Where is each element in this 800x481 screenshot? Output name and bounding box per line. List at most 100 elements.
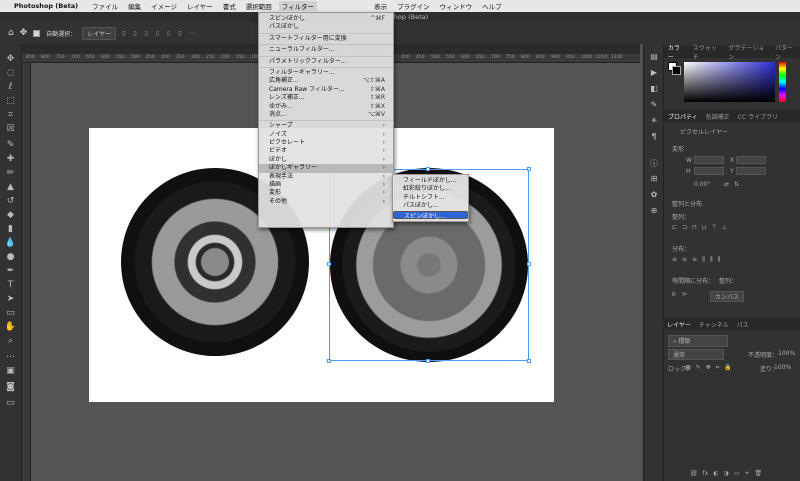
history-brush-icon[interactable]: ↺ <box>4 196 17 207</box>
tab-channels[interactable]: チャンネル <box>695 320 733 329</box>
distribute-icons[interactable]: ≡ ≡ ≡ ⫼ ⫼ ⫼ <box>672 256 720 264</box>
menu-edit[interactable]: 編集 <box>128 1 141 11</box>
info-icon[interactable]: ⓘ <box>648 158 660 170</box>
menu-select[interactable]: 選択範囲 <box>246 1 272 11</box>
blur-gallery-item[interactable]: チルトシフト... <box>393 194 468 202</box>
layers-footer-icons[interactable]: ⛓ fx ◐ ◑ ▭ + 🗑 <box>690 470 762 477</box>
filter-menu-item[interactable]: スマートフィルター用に変換 <box>259 35 393 43</box>
transform-handle[interactable] <box>426 359 430 363</box>
align-icons[interactable]: ⊏ ⊐ ⊓ ⊔ ⊤ ⊥ <box>672 224 727 231</box>
transform-handle[interactable] <box>327 359 331 363</box>
menu-image[interactable]: イメージ <box>151 1 177 11</box>
width-field[interactable] <box>694 156 724 164</box>
tab-gradients[interactable]: グラデーション <box>724 43 771 61</box>
pen-icon[interactable]: ✒ <box>4 266 17 277</box>
zoom-icon[interactable]: ⌕ <box>4 336 17 347</box>
transform-handle[interactable] <box>426 167 430 171</box>
dodge-icon[interactable]: ● <box>4 252 17 263</box>
lock-icons[interactable]: ▦ ✎ ✥ ⌗ 🔒 <box>685 364 732 372</box>
layer-kind-filter[interactable]: ⌕ 種類 <box>668 335 728 347</box>
tab-layers[interactable]: レイヤー <box>663 320 695 329</box>
tab-patterns[interactable]: パターン <box>771 43 800 61</box>
filter-menu-item[interactable]: パスぼかし <box>259 23 393 31</box>
hue-slider[interactable] <box>779 62 786 102</box>
brush-icon[interactable]: ✏ <box>4 168 17 179</box>
frame-icon[interactable]: ☒ <box>4 124 17 135</box>
marquee-icon[interactable]: ◌ <box>4 68 17 79</box>
transform-handle[interactable] <box>527 359 531 363</box>
swatch-fg-bg-icon[interactable]: ▣ <box>4 366 17 377</box>
opacity-value[interactable]: 100% <box>778 350 795 357</box>
height-field[interactable] <box>694 167 724 175</box>
filter-menu-item[interactable]: レンズ補正... ⇧⌘R <box>259 94 393 102</box>
transform-handle[interactable] <box>327 262 331 266</box>
align-to-dropdown[interactable]: カンバス <box>710 291 745 302</box>
y-field[interactable] <box>736 167 766 175</box>
brush-settings-icon[interactable]: ✎ <box>648 100 660 112</box>
menu-view[interactable]: 表示 <box>374 1 387 11</box>
transform-section-label[interactable]: 変形 <box>672 144 684 153</box>
tab-adjustments[interactable]: 色調補正 <box>702 112 734 121</box>
move-tool-icon[interactable]: ✥ <box>4 54 17 65</box>
fg-bg-color-swatch[interactable] <box>668 62 682 76</box>
healing-icon[interactable]: ✚ <box>4 154 17 165</box>
eyedropper-icon[interactable]: ✎ <box>4 140 17 151</box>
color-picker-field[interactable] <box>684 62 775 102</box>
text-icon[interactable]: T <box>4 280 17 291</box>
filter-menu-item[interactable]: ノイズ › <box>259 131 393 139</box>
blur-gallery-item[interactable]: スピンぼかし... <box>393 210 468 220</box>
menu-type[interactable]: 書式 <box>223 1 236 11</box>
menu-file[interactable]: ファイル <box>92 1 118 11</box>
home-icon[interactable]: ⌂ <box>8 28 14 38</box>
paths-icon[interactable]: ✿ <box>648 190 660 202</box>
transform-handle[interactable] <box>527 262 531 266</box>
spacing-icons[interactable]: ⊪ ⊫ <box>672 291 687 298</box>
filter-menu-item[interactable]: スピンぼかし ^⌘F <box>259 15 393 23</box>
eraser-icon[interactable]: ◆ <box>4 210 17 221</box>
angle-value[interactable]: 0.00° <box>694 181 710 188</box>
x-field[interactable] <box>736 156 766 164</box>
flip-icons[interactable]: ⇄ ⇅ <box>724 181 739 188</box>
hand-icon[interactable]: ✋ <box>4 322 17 333</box>
screen-mode-icon[interactable]: ▭ <box>4 398 17 409</box>
menu-filter[interactable]: フィルター <box>278 1 318 11</box>
cc-icon[interactable]: ⊕ <box>648 206 660 218</box>
filter-menu-item[interactable]: 消点... ⌥⌘V <box>259 111 393 119</box>
auto-select-dropdown[interactable]: レイヤー <box>82 26 117 40</box>
tab-paths[interactable]: パス <box>733 320 753 329</box>
transform-handle[interactable] <box>527 167 531 171</box>
filter-menu-item[interactable]: 表現手法 › <box>259 173 393 181</box>
filter-menu-item[interactable]: 変形 › <box>259 189 393 197</box>
tab-color[interactable]: カラー <box>664 43 689 61</box>
blur-gallery-item[interactable]: 虹彩絞りぼかし... <box>393 185 468 193</box>
filter-menu-item[interactable]: シャープ › <box>259 122 393 130</box>
tab-properties[interactable]: プロパティ <box>664 112 702 121</box>
fill-value[interactable]: 100% <box>774 364 791 371</box>
history-icon[interactable]: ▤ <box>648 52 660 64</box>
menu-help[interactable]: ヘルプ <box>482 1 502 11</box>
app-menu[interactable]: Photoshop (Beta) <box>14 2 78 10</box>
menu-window[interactable]: ウィンドウ <box>440 1 473 11</box>
object-select-icon[interactable]: ⬚ <box>4 96 17 107</box>
filter-menu-item[interactable]: ニューラルフィルター... <box>259 46 393 54</box>
move-icon[interactable]: ✥ <box>20 28 28 38</box>
more-tools-icon[interactable]: … <box>4 350 17 361</box>
layers-comp-icon[interactable]: ◧ <box>648 84 660 96</box>
quick-mask-icon[interactable]: ◙ <box>4 382 17 393</box>
menu-layer[interactable]: レイヤー <box>187 1 213 11</box>
filter-menu-item[interactable]: ぼかしギャラリー › <box>259 164 393 173</box>
paragraph-icon[interactable]: ¶ <box>648 132 660 144</box>
path-select-icon[interactable]: ➤ <box>4 294 17 305</box>
tab-cc-libraries[interactable]: CC ライブラリ <box>734 112 782 121</box>
filter-menu-item[interactable]: パラメトリックフィルター... <box>259 58 393 66</box>
filter-menu-item[interactable]: ぼかし › <box>259 156 393 164</box>
filter-menu-item[interactable]: Camera Raw フィルター... ⇧⌘A <box>259 86 393 94</box>
navigator-icon[interactable]: ⊞ <box>648 174 660 186</box>
blend-mode-dropdown[interactable]: 通常 <box>668 349 724 360</box>
auto-select-checkbox[interactable] <box>33 29 41 37</box>
tab-swatches[interactable]: スウォッチ <box>689 43 725 61</box>
stamp-icon[interactable]: ▲ <box>4 182 17 193</box>
gradient-icon[interactable]: ▮ <box>4 224 17 235</box>
filter-menu-item[interactable]: その他 › <box>259 198 393 206</box>
filter-menu-item[interactable]: ビデオ › <box>259 147 393 155</box>
